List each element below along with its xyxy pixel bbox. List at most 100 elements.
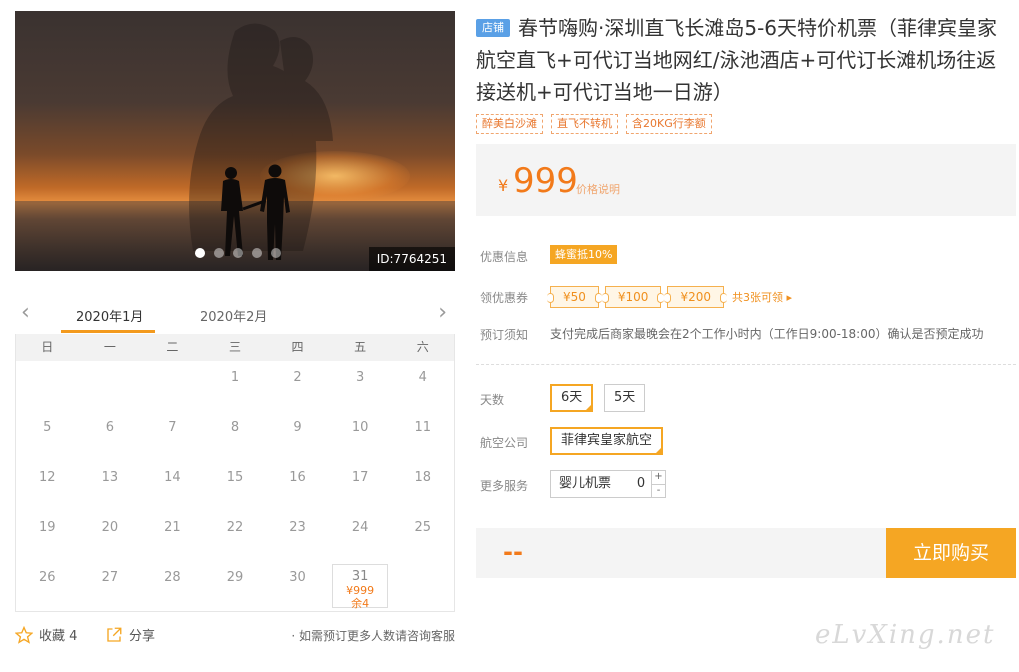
days-option-5[interactable]: 5天 <box>604 384 646 412</box>
price-explain-link[interactable]: 价格说明 <box>576 181 620 197</box>
notice-text: 支付完成后商家最晚会在2个工作小时内（工作日9:00-18:00）确认是否预定成… <box>550 327 984 341</box>
booking-note: · 如需预订更多人数请咨询客服 <box>291 629 455 643</box>
coupon-more-link[interactable]: 共3张可领 ▸ <box>732 289 792 305</box>
calendar-day-number: 17 <box>351 470 369 485</box>
walking-couple-silhouette <box>221 164 290 260</box>
calendar-day-number: 13 <box>101 470 119 485</box>
calendar-day-number: 31 <box>351 569 369 584</box>
airline-option[interactable]: 菲律宾皇家航空 <box>550 427 664 455</box>
calendar-day: 25 <box>391 511 454 561</box>
product-hero-image[interactable]: ID:7764251 <box>15 11 455 271</box>
calendar-empty-cell <box>16 361 79 411</box>
total-price: -- <box>503 538 523 566</box>
calendar-day: 27 <box>79 561 142 611</box>
section-divider <box>476 364 1016 365</box>
service-item-label: 婴儿机票 <box>559 476 612 491</box>
calendar-day-grid: 1 2 3 4 5 6 7 8 9 10 11 12 13 14 15 16 17 18 19 20 21 22 23 24 2… <box>16 361 454 611</box>
calendar-day: 12 <box>16 461 79 511</box>
product-title: 店铺 春节嗨购·深圳直飞长滩岛5-6天特价机票（菲律宾皇家航空直飞+可代订当地网红… <box>476 12 1016 108</box>
coupon-item[interactable]: ¥50 <box>547 286 602 308</box>
tab-month-feb[interactable]: 2020年2月 <box>200 306 267 325</box>
calendar-day: 13 <box>79 461 142 511</box>
calendar-day: 15 <box>204 461 267 511</box>
weekday-label: 六 <box>416 340 429 354</box>
calendar-day-number: 22 <box>226 520 244 535</box>
chevron-right-icon[interactable]: › <box>438 302 447 324</box>
calendar-day-number: 21 <box>164 520 181 535</box>
promo-label: 优惠信息 <box>480 250 529 264</box>
calendar-day: 17 <box>329 461 392 511</box>
calendar-day-number: 15 <box>226 470 244 485</box>
carousel-dot[interactable] <box>195 248 205 258</box>
service-label: 更多服务 <box>480 479 529 493</box>
weekday-label: 二 <box>166 340 179 354</box>
decrement-button[interactable]: - <box>652 485 665 498</box>
active-month-underline <box>61 330 155 333</box>
days-label: 天数 <box>480 393 505 407</box>
favorite-label: 收藏 4 <box>39 629 78 644</box>
weekday-label: 四 <box>291 340 304 354</box>
tab-month-jan[interactable]: 2020年1月 <box>76 306 143 325</box>
calendar-day-available[interactable]: 31 ¥999 余4 <box>331 564 389 610</box>
product-title-text: 春节嗨购·深圳直飞长滩岛5-6天特价机票（菲律宾皇家航空直飞+可代订当地网红/泳… <box>476 16 998 104</box>
chevron-left-icon[interactable]: ‹ <box>21 302 30 324</box>
date-calendar: 日 一 二 三 四 五 六 1 2 3 4 5 6 7 8 9 10 11 12 13 14 15 16 17 1… <box>15 334 455 612</box>
quantity-value[interactable]: 0 <box>631 471 651 497</box>
currency-symbol: ¥ <box>498 176 509 195</box>
airline-label: 航空公司 <box>480 436 529 450</box>
carousel-dot[interactable] <box>271 248 281 258</box>
calendar-day: 26 <box>16 561 79 611</box>
calendar-day-number: 23 <box>289 520 306 535</box>
increment-button[interactable]: + <box>652 471 665 485</box>
weekday-label: 五 <box>354 340 367 354</box>
share-button[interactable]: 分享 <box>105 625 155 644</box>
calendar-day-number: 30 <box>289 570 306 585</box>
calendar-day: 5 <box>16 411 79 461</box>
carousel-dot[interactable] <box>252 248 262 258</box>
share-icon <box>107 627 122 642</box>
calendar-day-number: 14 <box>164 470 181 485</box>
calendar-day: 29 <box>204 561 267 611</box>
calendar-day-number: 25 <box>414 520 431 535</box>
calendar-day-number: 10 <box>351 420 369 435</box>
feature-tag: 直飞不转机 <box>551 114 618 134</box>
weekday-label: 三 <box>228 340 241 354</box>
calendar-day-number: 24 <box>351 520 369 535</box>
calendar-day-number: 3 <box>355 370 365 385</box>
calendar-day-number: 5 <box>43 420 52 435</box>
site-watermark: eLvXing.net <box>815 620 996 650</box>
favorite-button[interactable]: 收藏 4 <box>15 625 77 644</box>
calendar-empty-cell <box>79 361 142 411</box>
calendar-day-number: 19 <box>39 520 56 535</box>
calendar-day: 14 <box>141 461 204 511</box>
carousel-dot[interactable] <box>233 248 243 258</box>
calendar-day: 18 <box>391 461 454 511</box>
calendar-day-number: 9 <box>293 420 302 435</box>
calendar-day: 3 <box>329 361 392 411</box>
calendar-day-number: 1 <box>230 370 240 385</box>
coupon-item[interactable]: ¥100 <box>601 286 664 308</box>
star-icon <box>15 625 33 644</box>
calendar-day: 6 <box>79 411 142 461</box>
carousel-dot[interactable] <box>214 248 224 258</box>
calendar-day: 10 <box>329 411 392 461</box>
coupon-item[interactable]: ¥200 <box>664 286 727 308</box>
days-option-6[interactable]: 6天 <box>550 384 594 412</box>
calendar-empty-cell <box>141 361 204 411</box>
calendar-day-number: 4 <box>418 370 427 385</box>
calendar-day: 7 <box>141 411 204 461</box>
calendar-day: 11 <box>391 411 454 461</box>
calendar-day-number: 26 <box>39 570 56 585</box>
calendar-day: 4 <box>391 361 454 411</box>
coupon-label: 领优惠券 <box>480 291 529 305</box>
calendar-day: 30 <box>266 561 329 611</box>
calendar-day-number: 18 <box>414 470 431 485</box>
calendar-day-number: 28 <box>164 570 181 585</box>
share-label: 分享 <box>129 629 156 644</box>
shop-badge: 店铺 <box>476 19 510 37</box>
calendar-day: 24 <box>329 511 392 561</box>
calendar-day-price: ¥999 <box>346 584 375 597</box>
buy-now-button[interactable]: 立即购买 <box>886 528 1016 578</box>
infant-ticket-stepper: 婴儿机票 0 + - <box>550 470 666 498</box>
calendar-weekday-header: 日 一 二 三 四 五 六 <box>16 334 454 361</box>
